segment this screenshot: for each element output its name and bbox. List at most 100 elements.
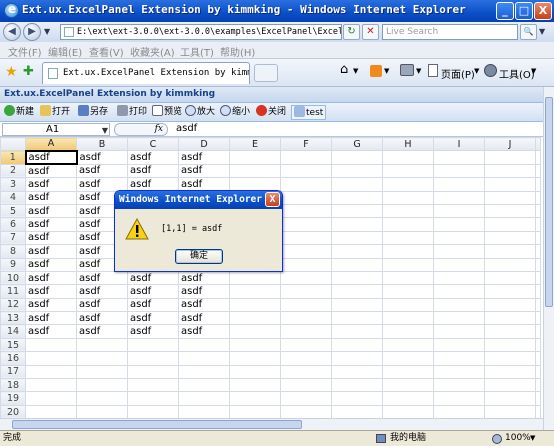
- cell-g1[interactable]: [331, 150, 383, 165]
- cell-g6[interactable]: [331, 217, 383, 232]
- row-header[interactable]: 11: [0, 284, 26, 299]
- cell-g3[interactable]: [331, 177, 383, 192]
- cell-d13[interactable]: asdf: [178, 311, 230, 326]
- cell-f13[interactable]: [280, 311, 332, 326]
- column-header-h[interactable]: H: [382, 137, 434, 152]
- cell-h2[interactable]: [382, 163, 434, 179]
- row-header[interactable]: 7: [0, 230, 26, 246]
- cell-d11[interactable]: asdf: [178, 284, 230, 299]
- cell-f16[interactable]: [280, 351, 332, 366]
- close-panel-button[interactable]: 关闭: [256, 105, 286, 120]
- cell-i20[interactable]: [433, 404, 485, 418]
- cell-g15[interactable]: [331, 337, 383, 353]
- cell-c10[interactable]: asdf: [127, 270, 179, 286]
- cell-b10[interactable]: asdf: [76, 270, 128, 286]
- address-field[interactable]: E:\ext\ext-3.0.0\ext-3.0.0\examples\Exce…: [60, 24, 342, 40]
- cell-i9[interactable]: [433, 257, 485, 272]
- cell-a18[interactable]: [25, 378, 77, 393]
- cell-j5[interactable]: [484, 203, 536, 219]
- cell-j8[interactable]: [484, 244, 536, 259]
- cell-j12[interactable]: [484, 297, 536, 313]
- zoom-in-button[interactable]: 放大: [185, 105, 215, 120]
- cell-e10[interactable]: [229, 270, 281, 286]
- favorites-star-icon[interactable]: ★: [5, 64, 18, 80]
- cell-g2[interactable]: [331, 163, 383, 179]
- cell-j16[interactable]: [484, 351, 536, 366]
- row-header[interactable]: 3: [0, 177, 26, 192]
- cell-f4[interactable]: [280, 190, 332, 205]
- close-button[interactable]: X: [534, 2, 552, 20]
- cell-g18[interactable]: [331, 378, 383, 393]
- row-header[interactable]: 16: [0, 351, 26, 366]
- column-header-j[interactable]: J: [484, 137, 536, 152]
- cell-j9[interactable]: [484, 257, 536, 272]
- home-icon[interactable]: ⌂: [340, 62, 348, 77]
- cell-d2[interactable]: asdf: [178, 163, 230, 179]
- cell-i11[interactable]: [433, 284, 485, 299]
- cell-f2[interactable]: [280, 163, 332, 179]
- cell-f3[interactable]: [280, 177, 332, 192]
- cell-h5[interactable]: [382, 203, 434, 219]
- column-header-c[interactable]: C: [127, 137, 179, 152]
- cell-h20[interactable]: [382, 404, 434, 418]
- page-menu[interactable]: 页面(P): [441, 66, 475, 81]
- cell-h8[interactable]: [382, 244, 434, 259]
- cell-b19[interactable]: [76, 391, 128, 406]
- cell-c20[interactable]: [127, 404, 179, 418]
- tools-menu[interactable]: 工具(O): [499, 66, 535, 81]
- cell-a20[interactable]: [25, 404, 77, 418]
- print-button[interactable]: 打印: [117, 105, 147, 120]
- cell-a11[interactable]: asdf: [25, 284, 77, 299]
- cell-g13[interactable]: [331, 311, 383, 326]
- cell-j3[interactable]: [484, 177, 536, 192]
- column-header-b[interactable]: B: [76, 137, 128, 152]
- cell-a5[interactable]: asdf: [25, 203, 77, 219]
- cell-ref-dropdown-icon[interactable]: ▼: [102, 125, 108, 136]
- cell-j14[interactable]: [484, 324, 536, 339]
- cell-j11[interactable]: [484, 284, 536, 299]
- cell-f6[interactable]: [280, 217, 332, 232]
- cell-i5[interactable]: [433, 203, 485, 219]
- new-button[interactable]: 新建: [4, 105, 34, 120]
- cell-c11[interactable]: asdf: [127, 284, 179, 299]
- cell-b2[interactable]: asdf: [76, 163, 128, 179]
- cell-d17[interactable]: [178, 364, 230, 380]
- cell-d10[interactable]: asdf: [178, 270, 230, 286]
- cell-a14[interactable]: asdf: [25, 324, 77, 339]
- column-header-f[interactable]: F: [280, 137, 332, 152]
- cell-a12[interactable]: asdf: [25, 297, 77, 313]
- print-dropdown-icon[interactable]: ▼: [416, 67, 421, 75]
- zoom-dropdown-icon[interactable]: ▼: [530, 431, 535, 446]
- cell-f12[interactable]: [280, 297, 332, 313]
- cell-f8[interactable]: [280, 244, 332, 259]
- cell-h14[interactable]: [382, 324, 434, 339]
- column-header-d[interactable]: D: [178, 137, 230, 152]
- cell-i19[interactable]: [433, 391, 485, 406]
- cell-h17[interactable]: [382, 364, 434, 380]
- cell-g17[interactable]: [331, 364, 383, 380]
- cell-e2[interactable]: [229, 163, 281, 179]
- cell-b18[interactable]: [76, 378, 128, 393]
- zoom-out-button[interactable]: 缩小: [220, 105, 250, 120]
- cell-i7[interactable]: [433, 230, 485, 246]
- cell-g14[interactable]: [331, 324, 383, 339]
- cell-e17[interactable]: [229, 364, 281, 380]
- cell-b15[interactable]: [76, 337, 128, 353]
- cell-c16[interactable]: [127, 351, 179, 366]
- cell-j2[interactable]: [484, 163, 536, 179]
- cell-b17[interactable]: [76, 364, 128, 380]
- row-header[interactable]: 6: [0, 217, 26, 232]
- cell-i16[interactable]: [433, 351, 485, 366]
- cell-b11[interactable]: asdf: [76, 284, 128, 299]
- row-header[interactable]: 20: [0, 404, 26, 418]
- row-header[interactable]: 9: [0, 257, 26, 272]
- save-as-button[interactable]: 另存: [78, 105, 108, 120]
- row-header[interactable]: 8: [0, 244, 26, 259]
- menu-edit[interactable]: 编辑(E): [48, 44, 82, 59]
- cell-g4[interactable]: [331, 190, 383, 205]
- row-header[interactable]: 2: [0, 163, 26, 179]
- cell-a17[interactable]: [25, 364, 77, 380]
- refresh-button[interactable]: ↻: [343, 24, 360, 40]
- cell-j6[interactable]: [484, 217, 536, 232]
- cell-d18[interactable]: [178, 378, 230, 393]
